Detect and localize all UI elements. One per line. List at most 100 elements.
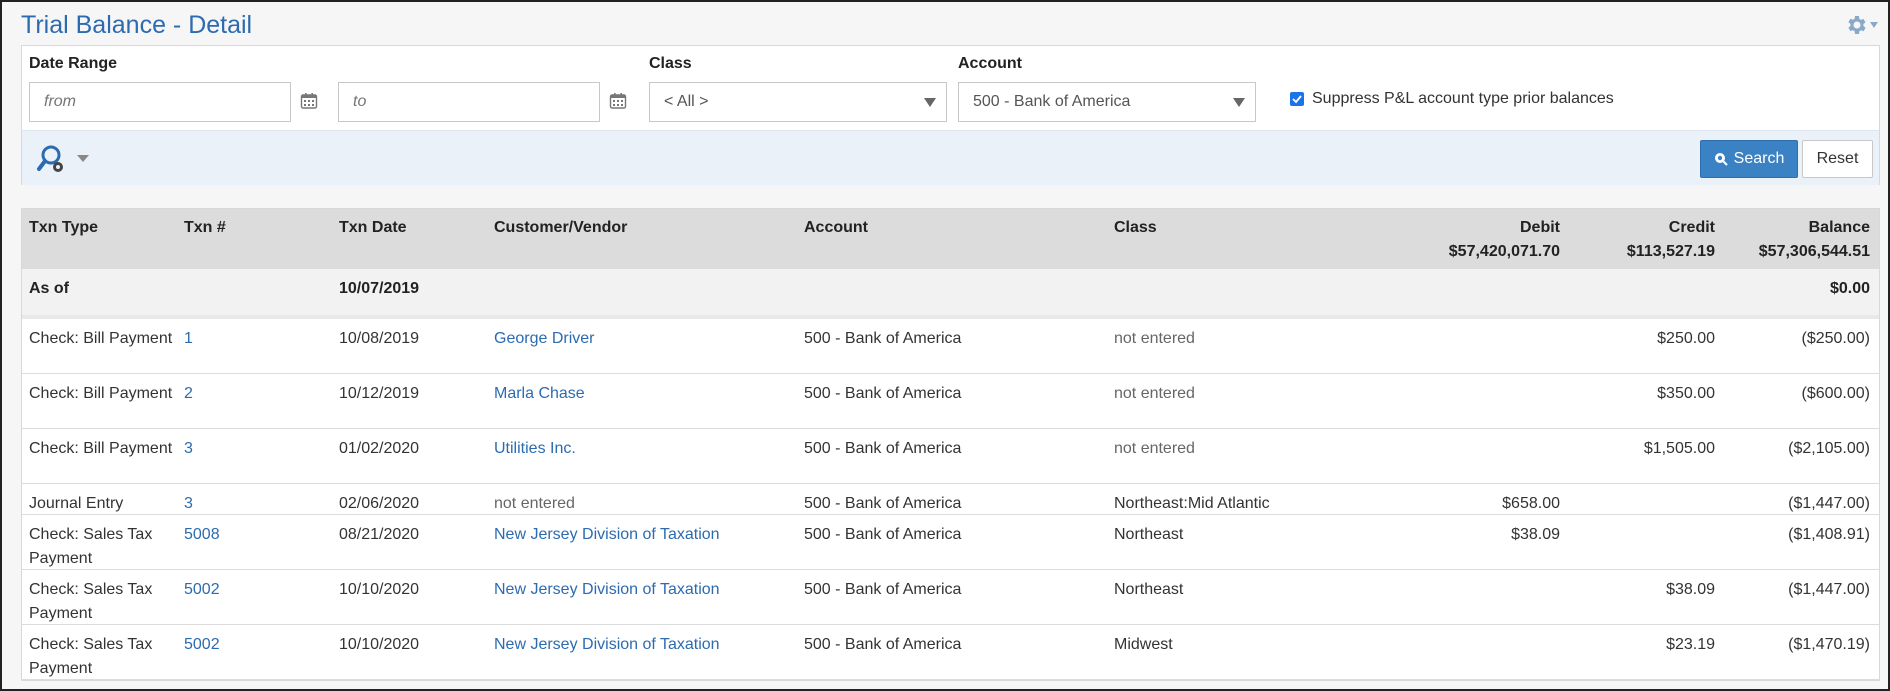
account-cell: 500 - Bank of America: [804, 581, 962, 598]
header-customer-vendor[interactable]: Customer/Vendor: [494, 216, 627, 240]
customer-vendor-cell: not entered: [494, 495, 575, 512]
account-cell: 500 - Bank of America: [804, 636, 962, 653]
txn-type-cell: Check: Bill Payment: [29, 440, 173, 457]
class-label: Class: [649, 55, 692, 72]
reset-button[interactable]: Reset: [1802, 140, 1873, 178]
customer-vendor-link[interactable]: New Jersey Division of Taxation: [494, 633, 720, 657]
filter-panel: Date Range Class < All > Account 500 - B…: [21, 45, 1880, 185]
gear-icon: [1848, 16, 1866, 34]
magnifier-gear-icon: [37, 145, 89, 172]
txn-date-cell: 10/12/2019: [339, 385, 420, 402]
credit-cell: $38.09: [1666, 581, 1715, 598]
table-row[interactable]: Check: Sales Tax Payment 5008 08/21/2020 Ne…: [22, 515, 1879, 570]
account-cell: 500 - Bank of America: [804, 526, 962, 543]
as-of-balance: $0.00: [1829, 280, 1870, 297]
as-of-date: 10/07/2019: [339, 280, 420, 297]
as-of-row: As of 10/07/2019 $0.00: [22, 269, 1879, 319]
class-cell: Northeast:Mid Atlantic: [1114, 495, 1270, 512]
class-cell: not entered: [1114, 385, 1195, 402]
balance-cell: ($1,408.91): [1788, 526, 1870, 543]
txn-date-cell: 10/10/2020: [339, 636, 420, 653]
txn-type-cell: Check: Sales Tax Payment: [29, 636, 153, 677]
search-button[interactable]: Search: [1700, 140, 1798, 178]
customer-vendor-link[interactable]: Marla Chase: [494, 382, 585, 406]
credit-cell: $350.00: [1657, 385, 1715, 402]
account-select[interactable]: 500 - Bank of America: [958, 82, 1256, 122]
txn-num-link[interactable]: 3: [184, 437, 193, 461]
txn-num-link[interactable]: 5008: [184, 523, 220, 547]
txn-type-cell: Check: Sales Tax Payment: [29, 581, 153, 622]
calendar-icon[interactable]: [300, 92, 318, 110]
table-row[interactable]: Check: Sales Tax Payment 5002 10/10/2020 Ne…: [22, 570, 1879, 625]
txn-type-cell: Check: Sales Tax Payment: [29, 526, 153, 567]
txn-date-cell: 01/02/2020: [339, 440, 420, 457]
checkmark-icon: [1292, 95, 1302, 104]
header-class[interactable]: Class: [1114, 216, 1157, 240]
txn-type-cell: Check: Bill Payment: [29, 330, 173, 347]
table-row[interactable]: Journal Entry 3 02/06/2020 not entered 500 -…: [22, 484, 1879, 515]
trial-balance-table: Txn Type Txn # Txn Date Customer/Vendor …: [21, 208, 1880, 681]
balance-total: $57,306,544.51: [1758, 243, 1870, 260]
txn-num-link[interactable]: 1: [184, 327, 193, 351]
header-credit[interactable]: Credit $113,527.19: [1627, 216, 1715, 264]
class-cell: not entered: [1114, 440, 1195, 457]
customer-vendor-link[interactable]: New Jersey Division of Taxation: [494, 578, 720, 602]
table-row[interactable]: Check: Sales Tax Payment 5002 10/10/2020 Ne…: [22, 625, 1879, 680]
debit-cell: $38.09: [1511, 526, 1560, 543]
customer-vendor-link[interactable]: George Driver: [494, 327, 594, 351]
header-balance-label: Balance: [1808, 219, 1870, 236]
account-select-value: 500 - Bank of America: [973, 93, 1131, 110]
table-body: Check: Bill Payment 1 10/08/2019 George Dri…: [22, 319, 1879, 680]
class-cell: Northeast: [1114, 581, 1184, 598]
credit-total: $113,527.19: [1626, 243, 1715, 260]
customer-vendor-link[interactable]: New Jersey Division of Taxation: [494, 523, 720, 547]
txn-date-cell: 10/10/2020: [339, 581, 420, 598]
header-credit-label: Credit: [1668, 219, 1715, 236]
chevron-down-icon: [924, 98, 936, 107]
balance-cell: ($2,105.00): [1788, 440, 1870, 457]
table-row[interactable]: Check: Bill Payment 1 10/08/2019 George Dri…: [22, 319, 1879, 374]
txn-num-link[interactable]: 5002: [184, 578, 220, 602]
page-title: Trial Balance - Detail: [21, 11, 253, 39]
search-icon: [1714, 153, 1728, 166]
as-of-label: As of: [29, 280, 69, 297]
header-txn-num[interactable]: Txn #: [184, 216, 226, 240]
account-cell: 500 - Bank of America: [804, 495, 962, 512]
class-select[interactable]: < All >: [649, 82, 947, 122]
calendar-icon[interactable]: [609, 92, 627, 110]
search-button-label: Search: [1733, 150, 1785, 167]
table-row[interactable]: Check: Bill Payment 2 10/12/2019 Marla Chas…: [22, 374, 1879, 429]
suppress-prior-balances: Suppress P&L account type prior balances: [1290, 90, 1614, 108]
credit-cell: $1,505.00: [1643, 440, 1715, 457]
chevron-down-icon: [1870, 22, 1878, 28]
header-balance[interactable]: Balance $57,306,544.51: [1759, 216, 1870, 264]
customer-vendor-link[interactable]: Utilities Inc.: [494, 437, 576, 461]
account-cell: 500 - Bank of America: [804, 385, 962, 402]
table-header: Txn Type Txn # Txn Date Customer/Vendor …: [22, 209, 1879, 269]
txn-num-link[interactable]: 3: [184, 492, 193, 516]
date-to-input[interactable]: [338, 82, 600, 122]
header-debit-label: Debit: [1520, 219, 1560, 236]
advanced-search-menu[interactable]: [36, 143, 96, 177]
header-txn-type[interactable]: Txn Type: [29, 216, 179, 240]
account-cell: 500 - Bank of America: [804, 440, 962, 457]
txn-type-cell: Check: Bill Payment: [29, 385, 173, 402]
debit-cell: $658.00: [1502, 495, 1560, 512]
search-toolbar: Search Reset: [22, 130, 1879, 185]
date-from-input[interactable]: [29, 82, 291, 122]
txn-num-link[interactable]: 2: [184, 382, 193, 406]
txn-num-link[interactable]: 5002: [184, 633, 220, 657]
txn-type-cell: Journal Entry: [29, 495, 124, 512]
class-cell: Midwest: [1114, 636, 1173, 653]
account-cell: 500 - Bank of America: [804, 330, 962, 347]
header-txn-date[interactable]: Txn Date: [339, 216, 407, 240]
table-row[interactable]: Check: Bill Payment 3 01/02/2020 Utilities …: [22, 429, 1879, 484]
settings-menu[interactable]: [1844, 12, 1878, 38]
debit-total: $57,420,071.70: [1448, 243, 1560, 260]
suppress-checkbox[interactable]: [1290, 92, 1304, 106]
header-account[interactable]: Account: [804, 216, 868, 240]
suppress-label: Suppress P&L account type prior balances: [1312, 90, 1614, 107]
class-select-value: < All >: [664, 93, 709, 110]
txn-date-cell: 08/21/2020: [339, 526, 420, 543]
header-debit[interactable]: Debit $57,420,071.70: [1449, 216, 1560, 264]
